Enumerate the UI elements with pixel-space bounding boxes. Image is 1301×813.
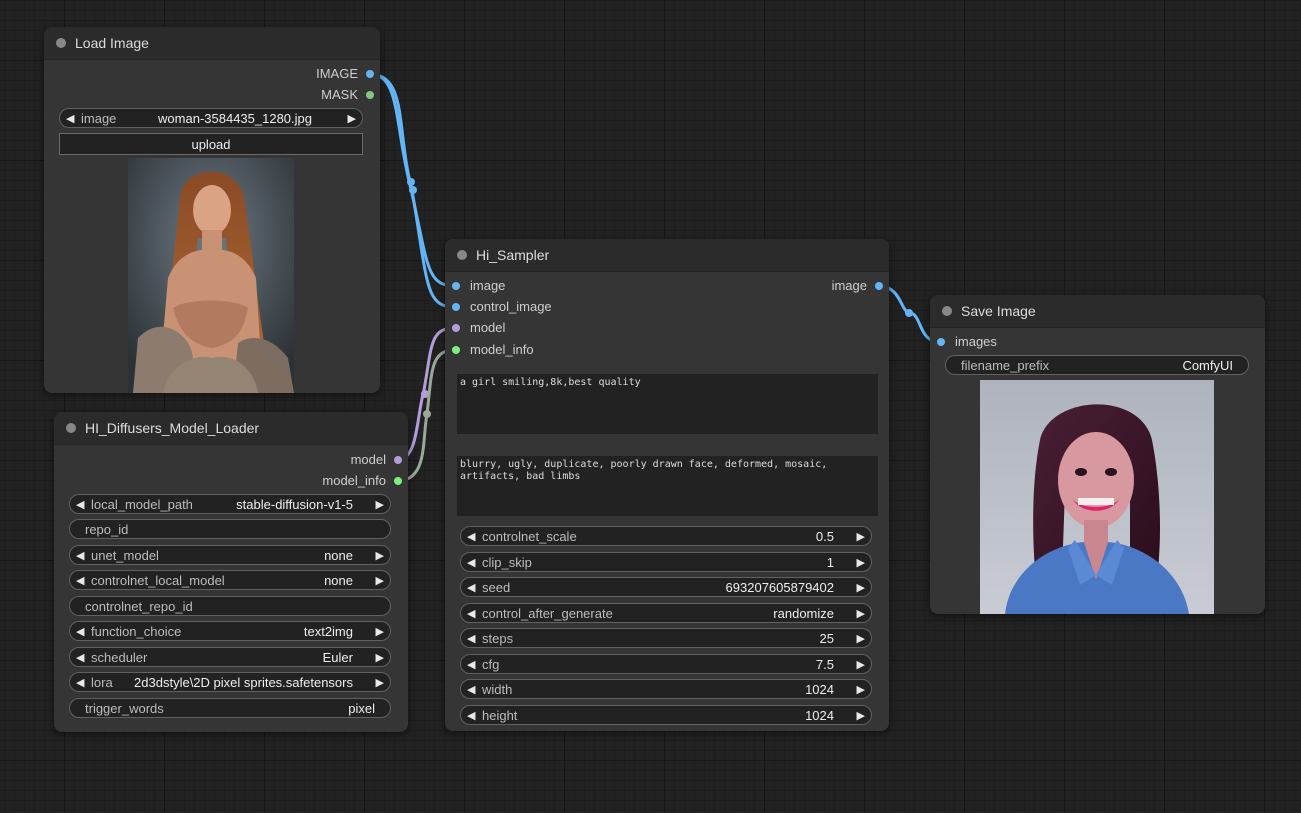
output-dot[interactable]: [366, 91, 374, 99]
repo-id-field[interactable]: repo_id: [69, 519, 391, 539]
wire-image-to-control-image: [368, 72, 456, 309]
increment-arrow-icon[interactable]: ▶: [376, 495, 384, 515]
output-model-slot[interactable]: model: [351, 451, 404, 469]
function-choice-combo[interactable]: ◀ function_choice text2img ▶: [69, 621, 391, 641]
decrement-arrow-icon[interactable]: ◀: [76, 673, 84, 693]
decrement-arrow-icon[interactable]: ◀: [66, 109, 74, 129]
height-number[interactable]: ◀ height 1024 ▶: [460, 705, 872, 725]
increment-arrow-icon[interactable]: ▶: [857, 527, 865, 547]
input-control-image-slot[interactable]: control_image: [450, 298, 552, 316]
increment-arrow-icon[interactable]: ▶: [857, 553, 865, 573]
output-dot[interactable]: [394, 456, 402, 464]
decrement-arrow-icon[interactable]: ◀: [76, 571, 84, 591]
node-status-dot[interactable]: [942, 306, 952, 316]
unet-model-combo[interactable]: ◀ unet_model none ▶: [69, 545, 391, 565]
output-dot[interactable]: [875, 282, 883, 290]
increment-arrow-icon[interactable]: ▶: [376, 571, 384, 591]
output-model-info-slot[interactable]: model_info: [322, 472, 404, 490]
sampler-node[interactable]: Hi_Sampler image control_image model mod…: [445, 239, 889, 731]
lora-combo[interactable]: ◀ lora 2d3dstyle\2D pixel sprites.safete…: [69, 672, 391, 692]
steps-number[interactable]: ◀ steps 25 ▶: [460, 628, 872, 648]
clip-skip-number[interactable]: ◀ clip_skip 1 ▶: [460, 552, 872, 572]
increment-arrow-icon[interactable]: ▶: [857, 604, 865, 624]
filename-prefix-field[interactable]: filename_prefix ComfyUI: [945, 355, 1249, 375]
image-value: woman-3584435_1280.jpg: [158, 111, 312, 126]
controlnet-repo-id-field[interactable]: controlnet_repo_id: [69, 596, 391, 616]
width-number[interactable]: ◀ width 1024 ▶: [460, 679, 872, 699]
output-image-slot[interactable]: IMAGE: [316, 65, 376, 83]
positive-prompt-textarea[interactable]: a girl smiling,8k,best quality: [457, 374, 878, 434]
increment-arrow-icon[interactable]: ▶: [348, 109, 356, 129]
input-model-slot[interactable]: model: [450, 319, 505, 337]
controlnet-scale-number[interactable]: ◀ controlnet_scale 0.5 ▶: [460, 526, 872, 546]
input-dot[interactable]: [452, 324, 460, 332]
output-dot[interactable]: [366, 70, 374, 78]
input-dot[interactable]: [452, 303, 460, 311]
negative-prompt-textarea[interactable]: blurry, ugly, duplicate, poorly drawn fa…: [457, 456, 878, 516]
increment-arrow-icon[interactable]: ▶: [857, 706, 865, 726]
node-status-dot[interactable]: [56, 38, 66, 48]
output-dot[interactable]: [394, 477, 402, 485]
decrement-arrow-icon[interactable]: ◀: [467, 527, 475, 547]
output-image-preview: [980, 380, 1214, 614]
decrement-arrow-icon[interactable]: ◀: [467, 655, 475, 675]
sampler-title-bar[interactable]: Hi_Sampler: [445, 239, 889, 272]
upload-button[interactable]: upload: [59, 133, 363, 155]
local-model-path-combo[interactable]: ◀ local_model_path stable-diffusion-v1-5…: [69, 494, 391, 514]
model-loader-title-bar[interactable]: HI_Diffusers_Model_Loader: [54, 412, 408, 445]
input-dot[interactable]: [937, 338, 945, 346]
image-combo[interactable]: ◀ image woman-3584435_1280.jpg ▶: [59, 108, 363, 128]
decrement-arrow-icon[interactable]: ◀: [467, 706, 475, 726]
decrement-arrow-icon[interactable]: ◀: [76, 495, 84, 515]
load-image-node[interactable]: Load Image IMAGE MASK ◀ image woman-3584…: [44, 27, 380, 393]
increment-arrow-icon[interactable]: ▶: [857, 655, 865, 675]
increment-arrow-icon[interactable]: ▶: [857, 629, 865, 649]
model-loader-node[interactable]: HI_Diffusers_Model_Loader model model_in…: [54, 412, 408, 732]
decrement-arrow-icon[interactable]: ◀: [467, 629, 475, 649]
wire-image-to-image: [368, 72, 456, 288]
increment-arrow-icon[interactable]: ▶: [857, 578, 865, 598]
decrement-arrow-icon[interactable]: ◀: [76, 622, 84, 642]
input-images-slot[interactable]: images: [935, 333, 997, 351]
increment-arrow-icon[interactable]: ▶: [376, 648, 384, 668]
save-image-title-bar[interactable]: Save Image: [930, 295, 1265, 328]
decrement-arrow-icon[interactable]: ◀: [467, 604, 475, 624]
control-after-generate-combo[interactable]: ◀ control_after_generate randomize ▶: [460, 603, 872, 623]
increment-arrow-icon[interactable]: ▶: [376, 673, 384, 693]
cfg-number[interactable]: ◀ cfg 7.5 ▶: [460, 654, 872, 674]
input-photo-preview: [128, 158, 294, 393]
decrement-arrow-icon[interactable]: ◀: [76, 648, 84, 668]
output-mask-slot[interactable]: MASK: [321, 86, 376, 104]
increment-arrow-icon[interactable]: ▶: [376, 546, 384, 566]
input-dot[interactable]: [452, 346, 460, 354]
decrement-arrow-icon[interactable]: ◀: [467, 578, 475, 598]
input-dot[interactable]: [452, 282, 460, 290]
trigger-words-field[interactable]: trigger_words pixel: [69, 698, 391, 718]
node-status-dot[interactable]: [66, 423, 76, 433]
decrement-arrow-icon[interactable]: ◀: [467, 680, 475, 700]
increment-arrow-icon[interactable]: ▶: [376, 622, 384, 642]
input-model-info-slot[interactable]: model_info: [450, 341, 534, 359]
increment-arrow-icon[interactable]: ▶: [857, 680, 865, 700]
decrement-arrow-icon[interactable]: ◀: [76, 546, 84, 566]
scheduler-combo[interactable]: ◀ scheduler Euler ▶: [69, 647, 391, 667]
seed-number[interactable]: ◀ seed 693207605879402 ▶: [460, 577, 872, 597]
load-image-title: Load Image: [75, 35, 149, 51]
decrement-arrow-icon[interactable]: ◀: [467, 553, 475, 573]
controlnet-local-model-combo[interactable]: ◀ controlnet_local_model none ▶: [69, 570, 391, 590]
save-image-node[interactable]: Save Image images filename_prefix ComfyU…: [930, 295, 1265, 614]
node-status-dot[interactable]: [457, 250, 467, 260]
save-image-title: Save Image: [961, 303, 1036, 319]
model-loader-title: HI_Diffusers_Model_Loader: [85, 420, 260, 436]
input-image-slot[interactable]: image: [450, 277, 505, 295]
sampler-title: Hi_Sampler: [476, 247, 550, 263]
load-image-title-bar[interactable]: Load Image: [44, 27, 380, 60]
output-image-slot[interactable]: image: [832, 277, 885, 295]
